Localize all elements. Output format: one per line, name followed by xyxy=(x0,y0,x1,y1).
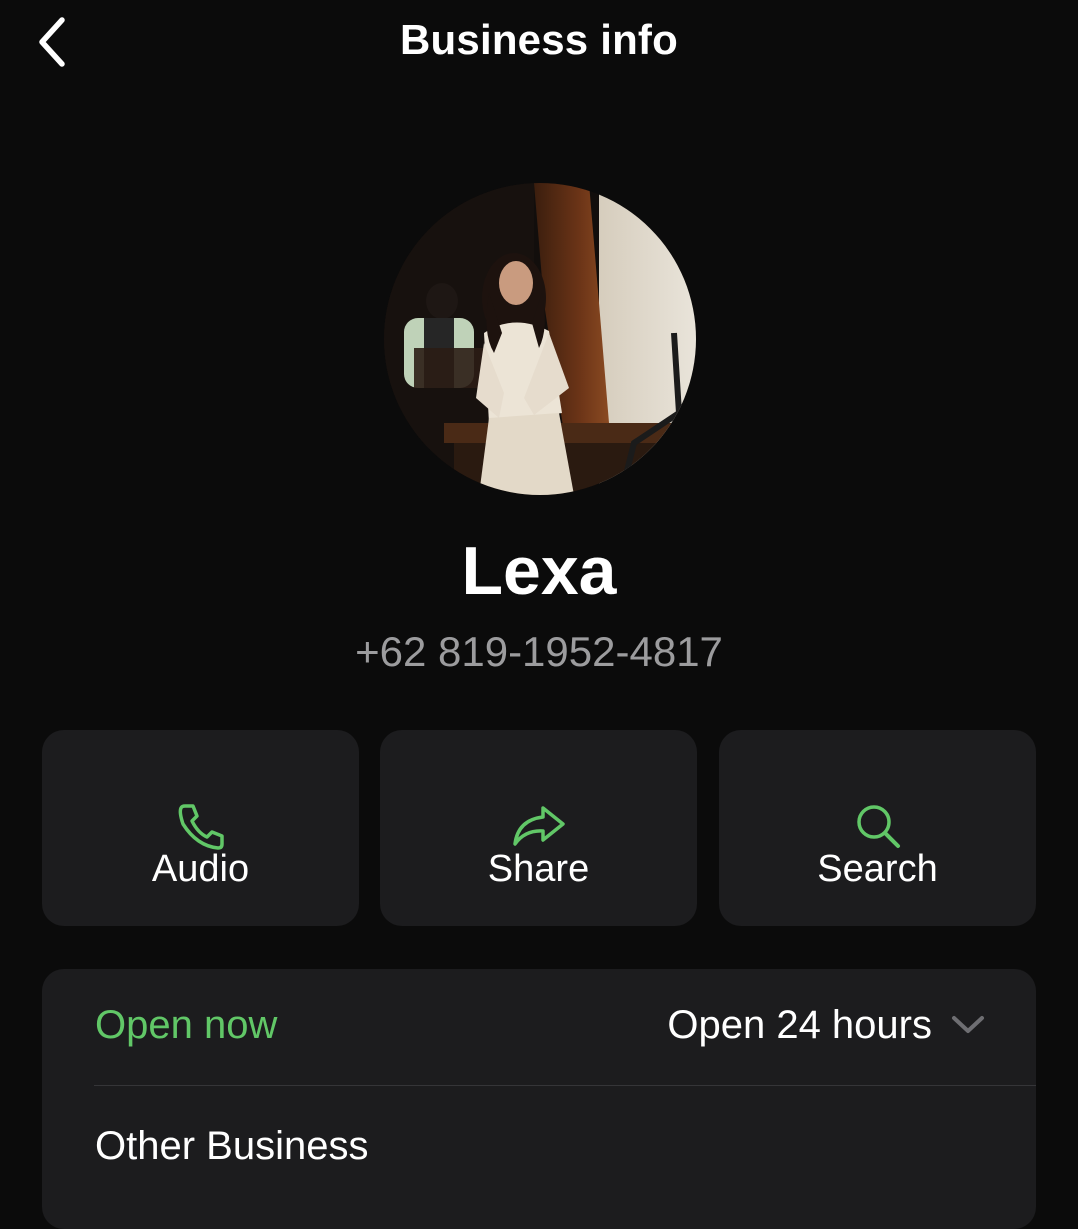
profile-photo xyxy=(384,183,696,495)
business-hours-row[interactable]: Open now Open 24 hours xyxy=(42,969,1036,1085)
page-title: Business info xyxy=(400,16,678,63)
business-category: Other Business xyxy=(95,1124,369,1168)
chevron-down-icon[interactable] xyxy=(950,1013,986,1037)
phone-number[interactable]: +62 819-1952-4817 xyxy=(0,628,1078,676)
search-label: Search xyxy=(817,848,938,890)
search-button[interactable]: Search xyxy=(719,730,1036,926)
open-status: Open now xyxy=(95,1003,278,1047)
hours-value: Open 24 hours xyxy=(667,1003,932,1047)
audio-call-button[interactable]: Audio xyxy=(42,730,359,926)
business-category-row: Other Business xyxy=(42,1086,1036,1202)
share-button[interactable]: Share xyxy=(380,730,697,926)
audio-label: Audio xyxy=(151,848,250,890)
header-bar: Business info xyxy=(0,0,1078,84)
business-info-card: Open now Open 24 hours Other Business xyxy=(42,969,1036,1229)
search-icon xyxy=(856,805,900,848)
share-label: Share xyxy=(487,848,590,890)
phone-icon xyxy=(178,804,224,850)
share-arrow-icon xyxy=(512,806,565,846)
profile-name: Lexa xyxy=(461,533,617,609)
avatar[interactable] xyxy=(384,183,696,495)
